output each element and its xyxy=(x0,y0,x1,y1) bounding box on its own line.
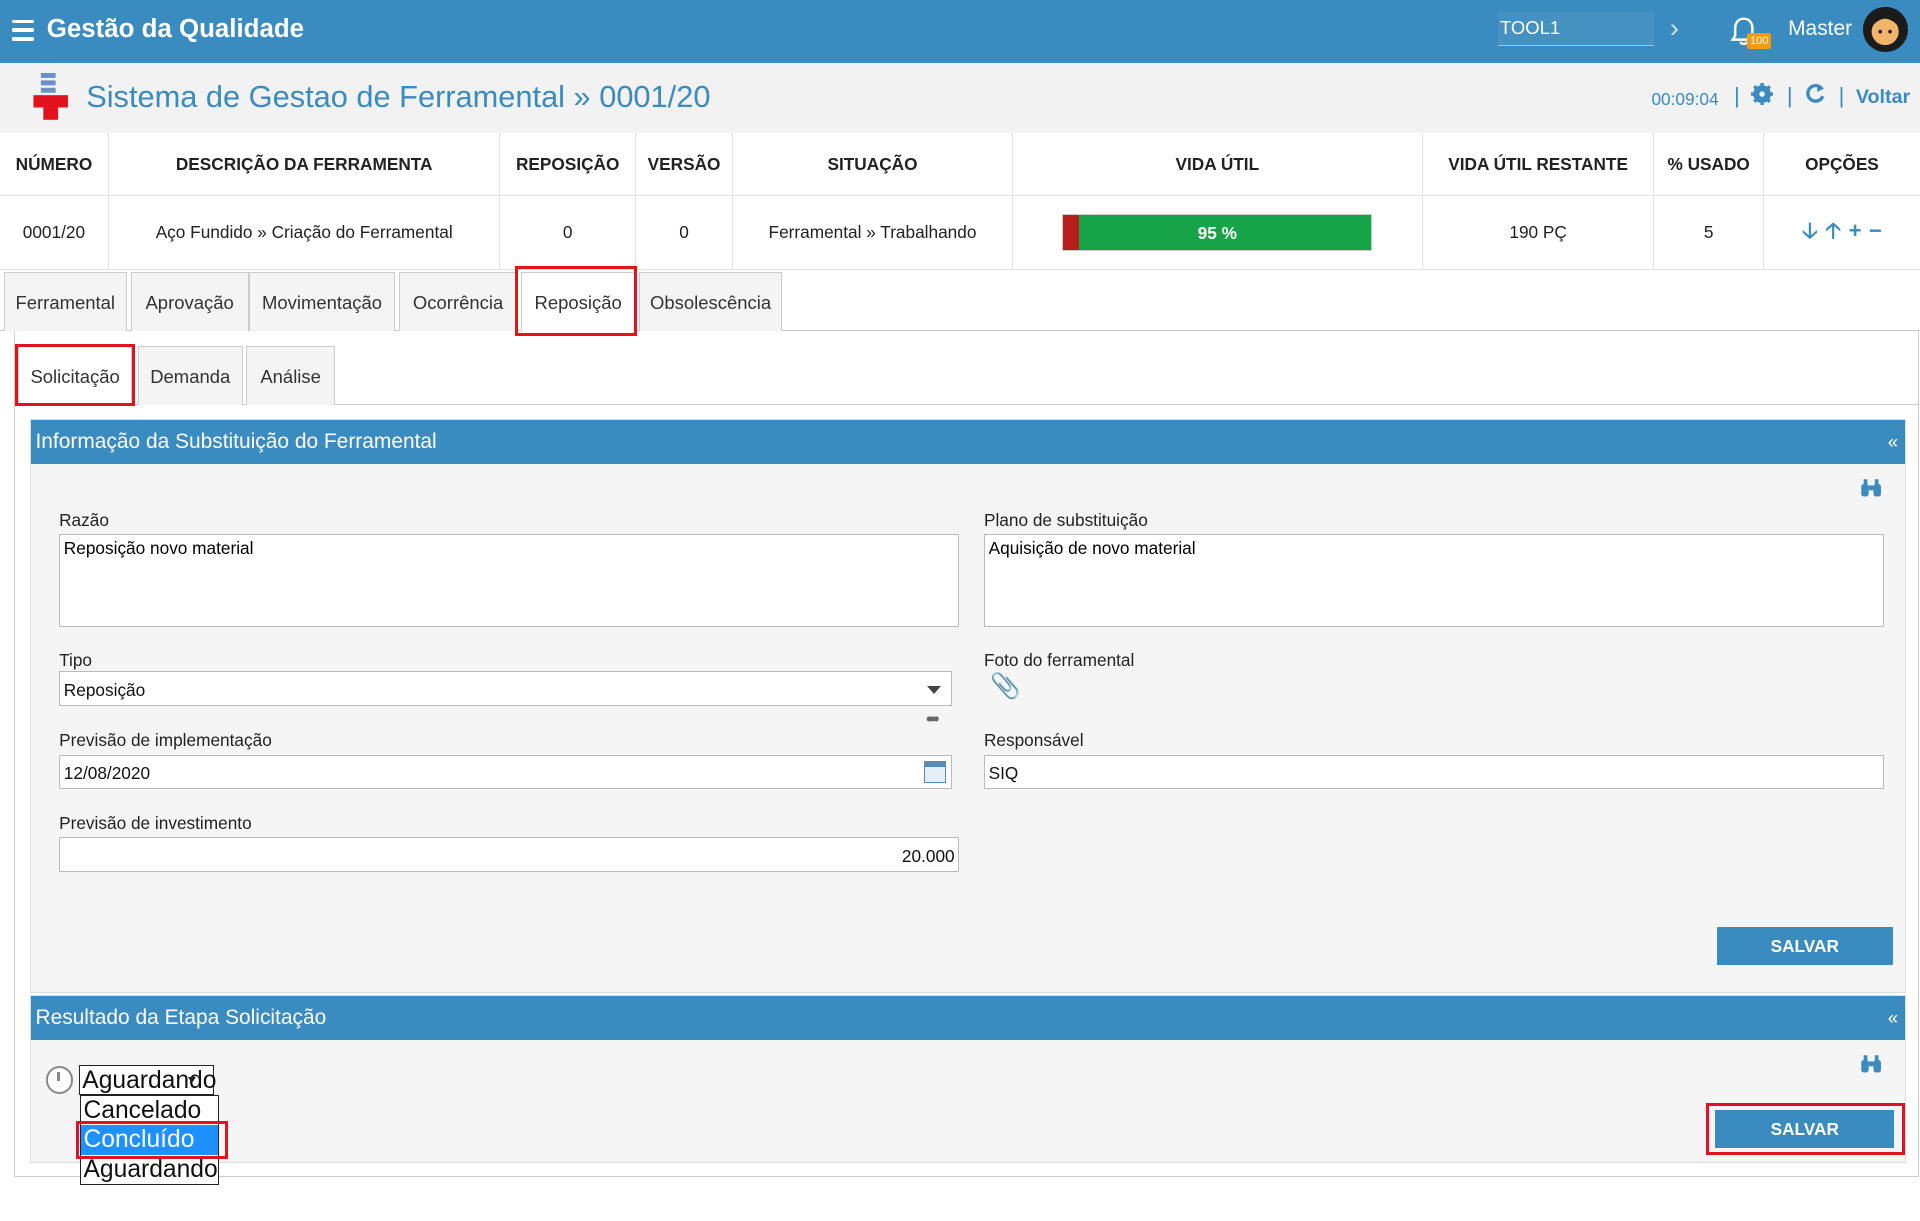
table-row: 0001/20 Aço Fundido » Criação do Ferrame… xyxy=(0,195,1920,271)
col-situacao: SITUAÇÃO xyxy=(732,133,1013,197)
plus-icon[interactable]: + xyxy=(1849,218,1862,244)
tipo-select[interactable]: Reposição xyxy=(59,671,952,706)
collapse-icon[interactable]: « xyxy=(1888,420,1898,464)
refresh-icon[interactable] xyxy=(1804,83,1826,105)
avatar[interactable] xyxy=(1863,7,1908,52)
responsavel-input[interactable]: SIQ xyxy=(983,754,1885,790)
cell-usado: 5 xyxy=(1653,195,1764,271)
status-select-value: Aguardando xyxy=(82,1067,217,1095)
tab-ferramental[interactable]: Ferramental xyxy=(3,272,127,332)
cell-descricao: Aço Fundido » Criação do Ferramental xyxy=(108,195,501,271)
col-reposicao: REPOSIÇÃO xyxy=(499,133,636,197)
col-opcoes: OPÇÕES xyxy=(1763,133,1920,197)
cell-opcoes: 🡣 🡡 + − xyxy=(1763,195,1920,271)
cell-versao: 0 xyxy=(635,195,734,271)
foto-label: Foto do ferramental xyxy=(983,650,1135,671)
plano-label: Plano de substituição xyxy=(983,509,1148,530)
col-numero: NÚMERO xyxy=(0,133,109,197)
highlight-subtab-solicitacao xyxy=(14,343,136,407)
collapse-icon[interactable]: « xyxy=(1888,996,1898,1040)
separator: | xyxy=(1838,82,1845,108)
cell-vida-restante: 190 PÇ xyxy=(1422,195,1655,271)
tool-table: NÚMERO DESCRIÇÃO DA FERRAMENTA REPOSIÇÃO… xyxy=(0,133,1920,271)
previsao-inv-input[interactable]: 20.000 xyxy=(59,837,960,872)
plano-textarea[interactable]: Aquisição de novo material xyxy=(983,534,1885,627)
col-vida-restante: VIDA ÚTIL RESTANTE xyxy=(1422,133,1655,197)
previsao-impl-input[interactable]: 12/08/2020 xyxy=(59,754,952,790)
separator: | xyxy=(1786,82,1793,108)
section-header: Informação da Substituição do Ferramenta… xyxy=(30,419,1906,465)
col-versao: VERSÃO xyxy=(635,133,734,197)
razao-textarea[interactable]: Reposição novo material xyxy=(59,534,960,627)
razao-label: Razão xyxy=(59,509,109,530)
cell-vida-util: 95 % xyxy=(1012,195,1423,271)
binoculars-icon[interactable] xyxy=(1860,1054,1882,1074)
more-dots-icon[interactable]: ••• xyxy=(926,709,939,730)
user-name[interactable]: Master xyxy=(1788,17,1852,41)
app-title: Gestão da Qualidade xyxy=(46,14,305,43)
subtab-analise[interactable]: Análise xyxy=(246,346,335,406)
chevron-down-icon xyxy=(927,685,942,695)
save-button[interactable]: SALVAR xyxy=(1716,927,1893,966)
col-vida-util: VIDA ÚTIL xyxy=(1012,133,1423,197)
back-link[interactable]: Voltar xyxy=(1856,86,1910,109)
tool-logo-icon xyxy=(33,72,68,120)
top-bar: Gestão da Qualidade › 100 Master xyxy=(0,0,1920,63)
life-progress-label: 95 % xyxy=(1197,222,1237,243)
arrow-down-icon[interactable]: 🡣 xyxy=(1802,214,1818,252)
highlight-option-concluido xyxy=(76,1120,228,1159)
gear-icon[interactable] xyxy=(1751,82,1774,105)
section-header: Resultado da Etapa Solicitação « xyxy=(30,996,1906,1041)
responsavel-label: Responsável xyxy=(983,730,1084,751)
tool-search-input[interactable] xyxy=(1497,12,1654,46)
status-option-aguardando[interactable]: Aguardando xyxy=(81,1155,218,1185)
chevron-right-icon[interactable]: › xyxy=(1670,12,1679,44)
status-select[interactable]: Aguardando xyxy=(78,1065,217,1095)
tab-movimentacao[interactable]: Movimentação xyxy=(248,272,396,332)
result-section: Resultado da Etapa Solicitação « xyxy=(29,995,1907,1163)
highlight-save-result xyxy=(1705,1103,1906,1156)
separator: | xyxy=(1733,82,1740,108)
page-title: Sistema de Gestao de Ferramental » 0001/… xyxy=(86,78,711,114)
session-timer: 00:09:04 xyxy=(1651,88,1719,109)
binoculars-icon[interactable] xyxy=(1860,478,1882,498)
minus-icon[interactable]: − xyxy=(1869,218,1882,244)
tab-aprovacao[interactable]: Aprovação xyxy=(130,272,249,332)
highlight-tab-reposicao xyxy=(514,266,637,337)
cell-reposicao: 0 xyxy=(499,195,636,271)
cell-situacao: Ferramental » Trabalhando xyxy=(732,195,1013,271)
menu-icon[interactable] xyxy=(12,19,35,46)
table-header-row: NÚMERO DESCRIÇÃO DA FERRAMENTA REPOSIÇÃO… xyxy=(0,133,1920,197)
col-usado: % USADO xyxy=(1653,133,1764,197)
col-descricao: DESCRIÇÃO DA FERRAMENTA xyxy=(108,133,501,197)
chevron-down-icon xyxy=(188,1077,197,1084)
calendar-icon[interactable] xyxy=(923,761,946,784)
cell-numero: 0001/20 xyxy=(0,195,109,271)
tipo-label: Tipo xyxy=(59,650,92,671)
page-header: Sistema de Gestao de Ferramental » 0001/… xyxy=(0,62,1920,133)
tab-ocorrencia[interactable]: Ocorrência xyxy=(398,272,518,332)
previsao-impl-label: Previsão de implementação xyxy=(59,730,272,751)
clock-icon xyxy=(45,1066,73,1094)
section-title: Informação da Substituição do Ferramenta… xyxy=(35,429,437,453)
substitution-info-section: Informação da Substituição do Ferramenta… xyxy=(29,418,1907,993)
tab-obsolescencia[interactable]: Obsolescência xyxy=(639,272,782,332)
previsao-inv-label: Previsão de investimento xyxy=(59,812,252,833)
section-title: Resultado da Etapa Solicitação xyxy=(35,1006,327,1030)
arrow-up-icon[interactable]: 🡡 xyxy=(1825,214,1841,252)
subtab-demanda[interactable]: Demanda xyxy=(137,346,243,406)
page: Gestão da Qualidade › 100 Master Sistema… xyxy=(0,0,1920,1220)
life-progress-bar: 95 % xyxy=(1062,214,1373,252)
paperclip-icon[interactable]: 📎 xyxy=(990,672,1021,701)
notification-badge: 100 xyxy=(1747,33,1771,50)
